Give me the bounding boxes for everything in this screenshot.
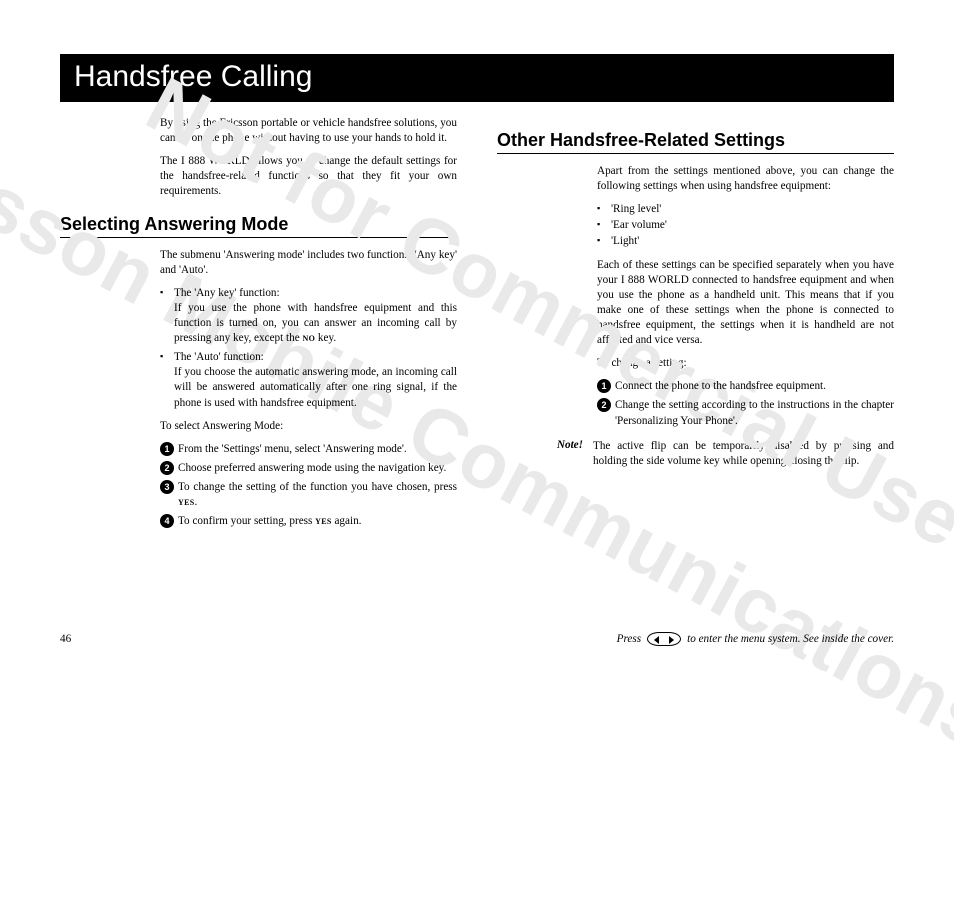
change-step-1: Connect the phone to the handsfree equip… [597,379,894,394]
page: Not for Commercial Use Ericsson Mobile C… [0,0,954,674]
page-number: 46 [60,633,71,645]
note-body: The active flip can be temporarily disab… [593,439,894,469]
bullet-any-key-title: The 'Any key' function: [174,287,280,299]
bullet-any-key: The 'Any key' function: If you use the p… [160,286,457,346]
answering-intro: The submenu 'Answering mode' includes tw… [160,248,457,278]
setting-light: 'Light' [597,234,894,249]
right-column: Other Handsfree-Related Settings Apart f… [497,116,894,537]
columns: By using the Ericsson portable or vehicl… [60,116,894,537]
footer: 46 Press to enter the menu system. See i… [60,632,894,646]
note-row: Note! The active flip can be temporarily… [497,439,894,469]
bullet-auto-title: The 'Auto' function: [174,351,264,363]
steps-change: Connect the phone to the handsfree equip… [597,379,894,428]
bullet-auto: The 'Auto' function: If you choose the a… [160,350,457,410]
nav-key-icon [647,632,681,646]
bullet-auto-body: If you choose the automatic answering mo… [174,366,457,408]
to-change-label: To change a setting: [597,356,894,371]
step-4-pre: To confirm your setting, press [178,515,315,527]
step-4: To confirm your setting, press yes again… [160,514,457,529]
setting-ear-volume: 'Ear volume' [597,218,894,233]
change-step-2: Change the setting according to the inst… [597,398,894,428]
title-bar: Handsfree Calling [60,54,894,102]
settings-list: 'Ring level' 'Ear volume' 'Light' [597,202,894,249]
steps-answering: From the 'Settings' menu, select 'Answer… [160,442,457,530]
no-key: no [303,332,316,344]
heading-answering-mode: Selecting Answering Mode [60,214,457,238]
step-4-post: again. [332,515,362,527]
setting-ring-level: 'Ring level' [597,202,894,217]
heading-other-settings: Other Handsfree-Related Settings [497,130,894,154]
bullet-any-key-body-post: key. [315,332,336,344]
other-intro: Apart from the settings mentioned above,… [597,164,894,194]
intro-1: By using the Ericsson portable or vehicl… [160,116,457,146]
function-list: The 'Any key' function: If you use the p… [160,286,457,411]
step-3-post: . [194,496,197,508]
footer-hint: Press to enter the menu system. See insi… [617,632,894,646]
footer-hint-pre: Press [617,633,641,645]
to-select-label: To select Answering Mode: [160,419,457,434]
left-column: By using the Ericsson portable or vehicl… [60,116,457,537]
yes-key-2: yes [315,515,331,527]
footer-hint-post: to enter the menu system. See inside the… [687,633,894,645]
yes-key-1: yes [178,496,194,508]
step-3-pre: To change the setting of the function yo… [178,481,457,493]
intro-2: The I 888 WORLD allows you to change the… [160,154,457,199]
step-2: Choose preferred answering mode using th… [160,461,457,476]
step-1: From the 'Settings' menu, select 'Answer… [160,442,457,457]
page-title: Handsfree Calling [74,60,880,94]
settings-explain: Each of these settings can be specified … [597,258,894,349]
note-label: Note! [497,439,583,469]
step-3: To change the setting of the function yo… [160,480,457,510]
